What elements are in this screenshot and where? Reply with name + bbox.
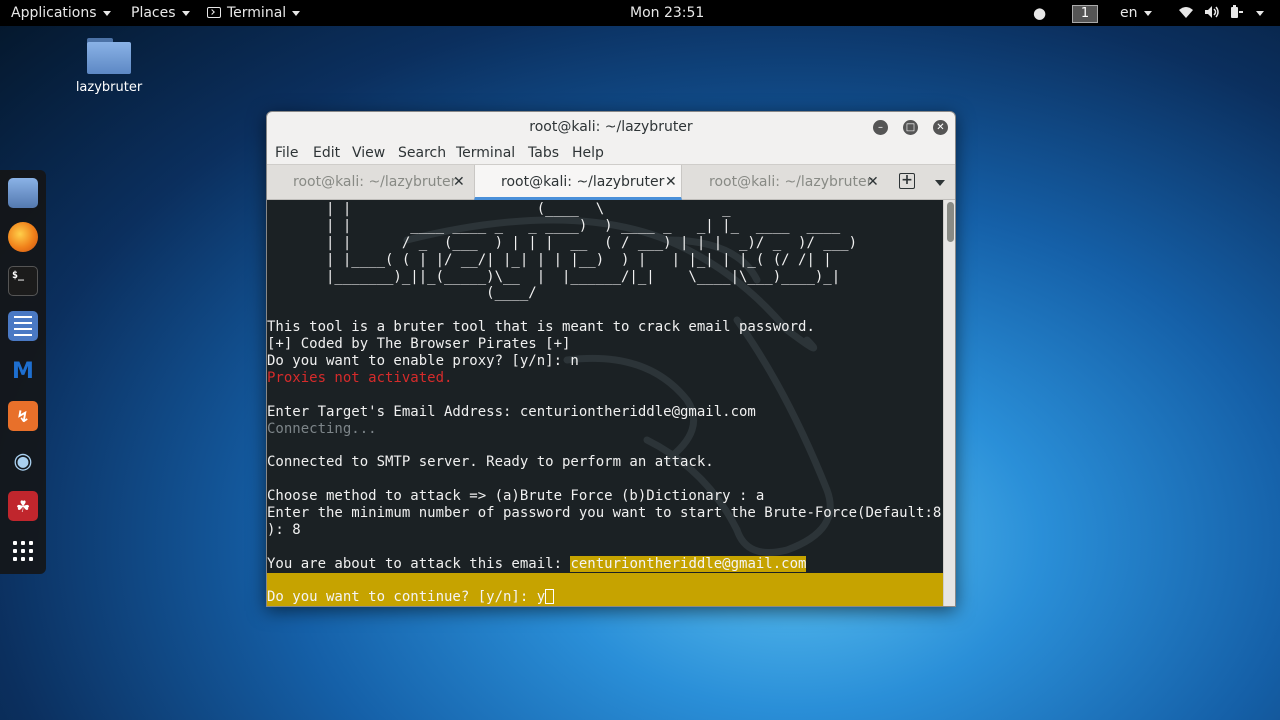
ascii-banner-line: |_______)_||_(_____)\__ | |______/|_| \_… [267, 268, 841, 285]
menu-help[interactable]: Help [572, 145, 604, 161]
desktop-folder-label: lazybruter [75, 80, 143, 95]
dock: $_ M ↯ ◉ ☘ [0, 170, 46, 574]
menu-tabs[interactable]: Tabs [528, 145, 559, 161]
min-prompt-line-wrap: ): 8 [267, 521, 301, 538]
ascii-banner-line: | | (____ \ _ [267, 201, 731, 217]
places-menu[interactable]: Places [131, 0, 190, 26]
close-tab-icon[interactable]: ✕ [453, 165, 465, 200]
tab-1[interactable]: root@kali: ~/lazybruter ✕ [267, 165, 474, 200]
target-prompt-line: Enter Target's Email Address: centuriont… [267, 403, 756, 420]
menu-file[interactable]: File [275, 145, 298, 161]
clock[interactable]: Mon 23:51 [630, 0, 704, 26]
window-titlebar[interactable]: root@kali: ~/lazybruter [267, 112, 955, 142]
ascii-banner-line: | |____( ( | |/ __/| |_| | | |__) ) | | … [267, 251, 832, 268]
places-label: Places [131, 5, 176, 21]
continue-prompt-text: Do you want to continue? [y/n]: y [267, 589, 546, 606]
credit-line: [+] Coded by The Browser Pirates [+] [267, 336, 571, 353]
text-editor-icon[interactable] [8, 311, 38, 341]
chevron-down-icon [181, 10, 190, 16]
ascii-banner-line: | | / _ (___ ) | | | __ ( / ___) | | | _… [267, 234, 858, 251]
menu-search[interactable]: Search [398, 145, 446, 161]
tab-list-chevron-icon[interactable] [935, 180, 945, 186]
connected-line: Connected to SMTP server. Ready to perfo… [267, 454, 714, 471]
cherrytree-icon[interactable]: ☘ [8, 491, 38, 521]
proxy-prompt-line: Do you want to enable proxy? [y/n]: n [267, 353, 579, 370]
files-icon[interactable] [8, 178, 38, 208]
close-tab-icon[interactable]: ✕ [665, 165, 677, 200]
menubar: File Edit View Search Terminal Tabs Help [267, 142, 955, 164]
eye-icon[interactable]: ◉ [8, 446, 38, 476]
power-battery-icon[interactable] [1230, 0, 1244, 26]
continue-prompt-line[interactable]: Do you want to continue? [y/n]: y [267, 589, 943, 606]
chevron-down-icon [1143, 10, 1152, 16]
window-title: root@kali: ~/lazybruter [529, 119, 693, 135]
language-menu[interactable]: en [1120, 0, 1152, 26]
tab-2-active[interactable]: root@kali: ~/lazybruter ✕ [474, 165, 682, 200]
top-panel: Applications Places Terminal Mon 23:51 ●… [0, 0, 1280, 26]
terminal-scrollbar[interactable] [943, 200, 955, 606]
min-prompt-line: Enter the minimum number of password you… [267, 505, 942, 522]
menu-view[interactable]: View [352, 145, 385, 161]
terminal-lines: | | (____ \ _ | | ____ ____ _ _ ____) ) … [267, 201, 943, 606]
firefox-icon[interactable] [8, 222, 38, 252]
folder-icon [87, 38, 131, 74]
metasploit-icon[interactable]: M [8, 356, 38, 386]
workspace-indicator[interactable]: 1 [1072, 0, 1098, 26]
applications-menu[interactable]: Applications [11, 0, 111, 26]
proxy-status-line: Proxies not activated. [267, 369, 453, 386]
terminal-output[interactable]: | | (____ \ _ | | ____ ____ _ _ ____) ) … [267, 200, 943, 606]
scrollbar-thumb[interactable] [947, 202, 954, 242]
intro-line: This tool is a bruter tool that is meant… [267, 319, 815, 336]
language-label: en [1120, 5, 1138, 21]
chevron-down-icon [1256, 10, 1264, 16]
menu-terminal[interactable]: Terminal [456, 145, 515, 161]
chevron-down-icon [102, 10, 111, 16]
connecting-line: Connecting... [267, 420, 377, 437]
terminal-window: root@kali: ~/lazybruter – □ ✕ File Edit … [266, 111, 956, 607]
screen-recorder-icon[interactable]: ● [1033, 0, 1046, 26]
terminal-icon [207, 7, 221, 18]
tab-label: root@kali: ~/lazybruter [501, 174, 665, 190]
text-cursor [545, 589, 555, 605]
show-apps-grid-icon[interactable] [8, 536, 38, 566]
maximize-icon[interactable]: □ [903, 120, 918, 135]
tab-label: root@kali: ~/lazybruter [293, 174, 457, 190]
workspace-number: 1 [1072, 5, 1098, 23]
ascii-banner-line: (____/ [267, 285, 537, 302]
tab-3[interactable]: root@kali: ~/lazybruter ✕ [683, 165, 889, 200]
system-menu[interactable] [1250, 0, 1264, 26]
close-tab-icon[interactable]: ✕ [867, 165, 879, 200]
wifi-icon[interactable] [1178, 0, 1194, 26]
about-line: You are about to attack this email: cent… [267, 555, 943, 573]
new-tab-icon[interactable]: + [899, 173, 915, 189]
about-prefix: You are about to attack this email: [267, 555, 571, 572]
terminal-label: Terminal [227, 5, 287, 21]
tab-label: root@kali: ~/lazybruter [709, 174, 873, 190]
terminal-app-menu[interactable]: Terminal [207, 0, 301, 26]
minimize-icon[interactable]: – [873, 120, 888, 135]
highlight-blank-line [267, 572, 943, 590]
applications-label: Applications [11, 5, 97, 21]
volume-icon[interactable] [1204, 0, 1220, 26]
chevron-down-icon [292, 10, 301, 16]
ascii-banner-line: | | ____ ____ _ _ ____) ) ____ _ _| |_ _… [267, 217, 841, 234]
method-prompt-line: Choose method to attack => (a)Brute Forc… [267, 488, 765, 505]
menu-edit[interactable]: Edit [313, 145, 340, 161]
desktop-folder-lazybruter[interactable]: lazybruter [72, 38, 146, 95]
terminal-dock-icon[interactable]: $_ [8, 266, 38, 296]
about-email-highlight: centuriontheriddle@gmail.com [570, 555, 807, 572]
close-icon[interactable]: ✕ [933, 120, 948, 135]
tab-bar: root@kali: ~/lazybruter ✕ root@kali: ~/l… [267, 164, 955, 200]
burpsuite-icon[interactable]: ↯ [8, 401, 38, 431]
